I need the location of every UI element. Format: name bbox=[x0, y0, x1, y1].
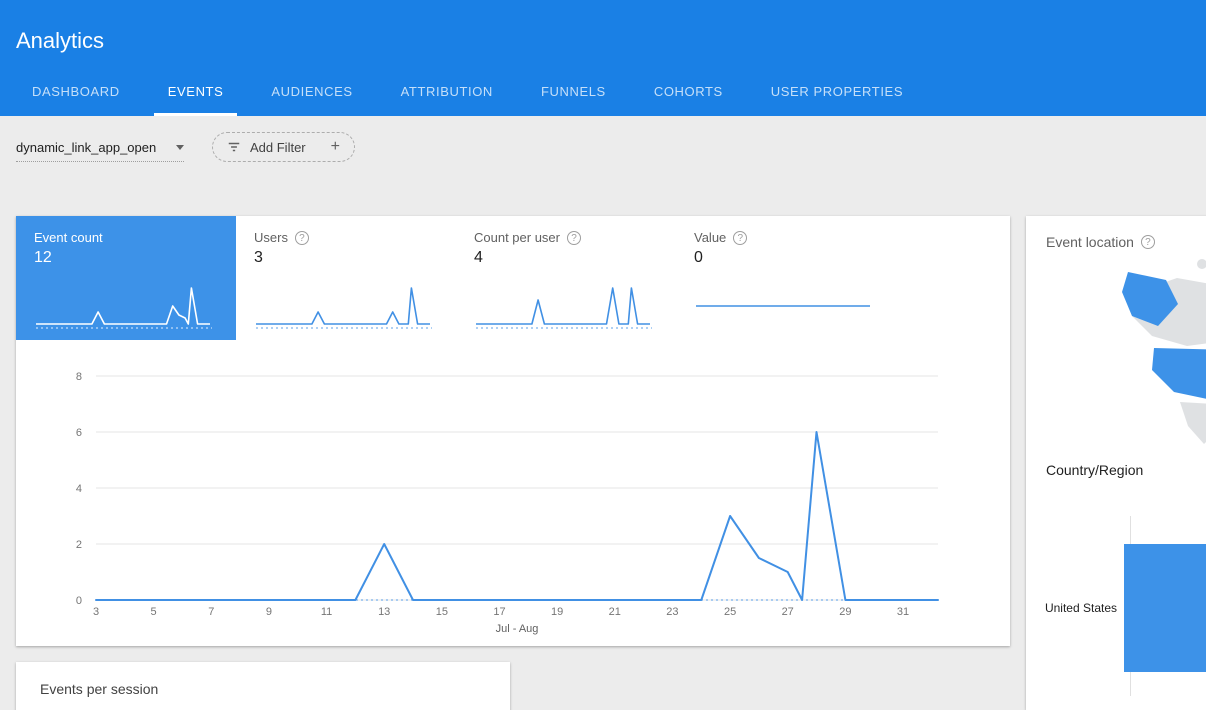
tab-user-properties[interactable]: USER PROPERTIES bbox=[747, 68, 927, 116]
metric-tiles-row: Event count 12 Users? 3 Count per user? 4 Valu… bbox=[16, 216, 896, 340]
svg-text:8: 8 bbox=[76, 371, 82, 383]
metric-tile-count-per-user[interactable]: Count per user? 4 bbox=[456, 216, 676, 340]
event-count-chart: 0 2 4 6 8 3 5 7 9 11 13 15 17 19 21 23 25 27 29 31 Jul - Aug bbox=[46, 356, 986, 646]
event-metrics-card: Event count 12 Users? 3 Count per user? 4 Valu… bbox=[16, 216, 1010, 646]
svg-text:4: 4 bbox=[76, 483, 82, 495]
help-icon[interactable]: ? bbox=[1141, 235, 1155, 249]
metric-tile-event-count[interactable]: Event count 12 bbox=[16, 216, 236, 340]
svg-text:17: 17 bbox=[493, 606, 505, 618]
svg-text:6: 6 bbox=[76, 427, 82, 439]
help-icon[interactable]: ? bbox=[567, 231, 581, 245]
tab-cohorts[interactable]: COHORTS bbox=[630, 68, 747, 116]
event-location-card: Event location ? Country/Region United S… bbox=[1026, 216, 1206, 710]
event-location-title: Event location bbox=[1046, 234, 1134, 250]
chevron-down-icon bbox=[176, 145, 184, 150]
add-filter-label: Add Filter bbox=[250, 140, 306, 155]
tab-attribution[interactable]: ATTRIBUTION bbox=[377, 68, 517, 116]
help-icon[interactable]: ? bbox=[733, 231, 747, 245]
app-title: Analytics bbox=[16, 28, 104, 54]
help-icon[interactable]: ? bbox=[295, 231, 309, 245]
geo-rows: United States bbox=[1026, 544, 1206, 672]
svg-text:15: 15 bbox=[436, 606, 448, 618]
add-filter-button[interactable]: Add Filter + bbox=[212, 132, 355, 162]
events-per-session-title: Events per session bbox=[40, 681, 158, 697]
geo-row-united-states: United States bbox=[1026, 544, 1206, 672]
tab-audiences[interactable]: AUDIENCES bbox=[247, 68, 376, 116]
svg-text:0: 0 bbox=[76, 595, 82, 607]
metric-label: Count per user bbox=[474, 230, 560, 245]
tab-dashboard[interactable]: DASHBOARD bbox=[8, 68, 144, 116]
svg-text:19: 19 bbox=[551, 606, 563, 618]
metric-sparkline bbox=[694, 280, 876, 332]
svg-text:9: 9 bbox=[266, 606, 272, 618]
svg-text:2: 2 bbox=[76, 539, 82, 551]
metric-tile-users[interactable]: Users? 3 bbox=[236, 216, 456, 340]
svg-text:27: 27 bbox=[782, 606, 794, 618]
tab-events[interactable]: EVENTS bbox=[144, 68, 248, 116]
tab-funnels[interactable]: FUNNELS bbox=[517, 68, 630, 116]
plus-icon: + bbox=[331, 138, 340, 156]
svg-text:25: 25 bbox=[724, 606, 736, 618]
geo-row-label: United States bbox=[1026, 601, 1124, 615]
metric-value: 4 bbox=[474, 249, 658, 267]
svg-text:29: 29 bbox=[839, 606, 851, 618]
svg-text:3: 3 bbox=[93, 606, 99, 618]
svg-text:13: 13 bbox=[378, 606, 390, 618]
svg-text:Jul - Aug: Jul - Aug bbox=[496, 623, 539, 635]
metric-tile-value[interactable]: Value? 0 bbox=[676, 216, 896, 340]
metric-sparkline bbox=[254, 280, 436, 332]
events-per-session-card: Events per session bbox=[16, 662, 510, 710]
svg-text:23: 23 bbox=[666, 606, 678, 618]
event-select-dropdown[interactable]: dynamic_link_app_open bbox=[16, 134, 184, 162]
metric-value: 3 bbox=[254, 249, 438, 267]
svg-text:11: 11 bbox=[321, 606, 332, 618]
geo-row-bar[interactable] bbox=[1124, 544, 1206, 672]
tab-bar: DASHBOARDEVENTSAUDIENCESATTRIBUTIONFUNNE… bbox=[8, 68, 927, 116]
metric-label: Users bbox=[254, 230, 288, 245]
map-mexico bbox=[1180, 402, 1206, 444]
svg-text:21: 21 bbox=[609, 606, 621, 618]
filter-icon bbox=[227, 140, 241, 154]
svg-text:5: 5 bbox=[151, 606, 157, 618]
metric-label: Value bbox=[694, 230, 726, 245]
app-header: Analytics DASHBOARDEVENTSAUDIENCESATTRIB… bbox=[0, 0, 1206, 116]
svg-text:31: 31 bbox=[897, 606, 909, 618]
metric-sparkline bbox=[34, 280, 216, 332]
metric-value: 0 bbox=[694, 249, 878, 267]
svg-text:7: 7 bbox=[208, 606, 214, 618]
metric-value: 12 bbox=[34, 249, 218, 267]
map-united-states bbox=[1152, 348, 1206, 402]
world-map bbox=[1082, 250, 1206, 460]
country-region-header: Country/Region bbox=[1046, 462, 1143, 478]
metric-label: Event count bbox=[34, 230, 103, 245]
event-select-value: dynamic_link_app_open bbox=[16, 140, 156, 155]
metric-sparkline bbox=[474, 280, 656, 332]
